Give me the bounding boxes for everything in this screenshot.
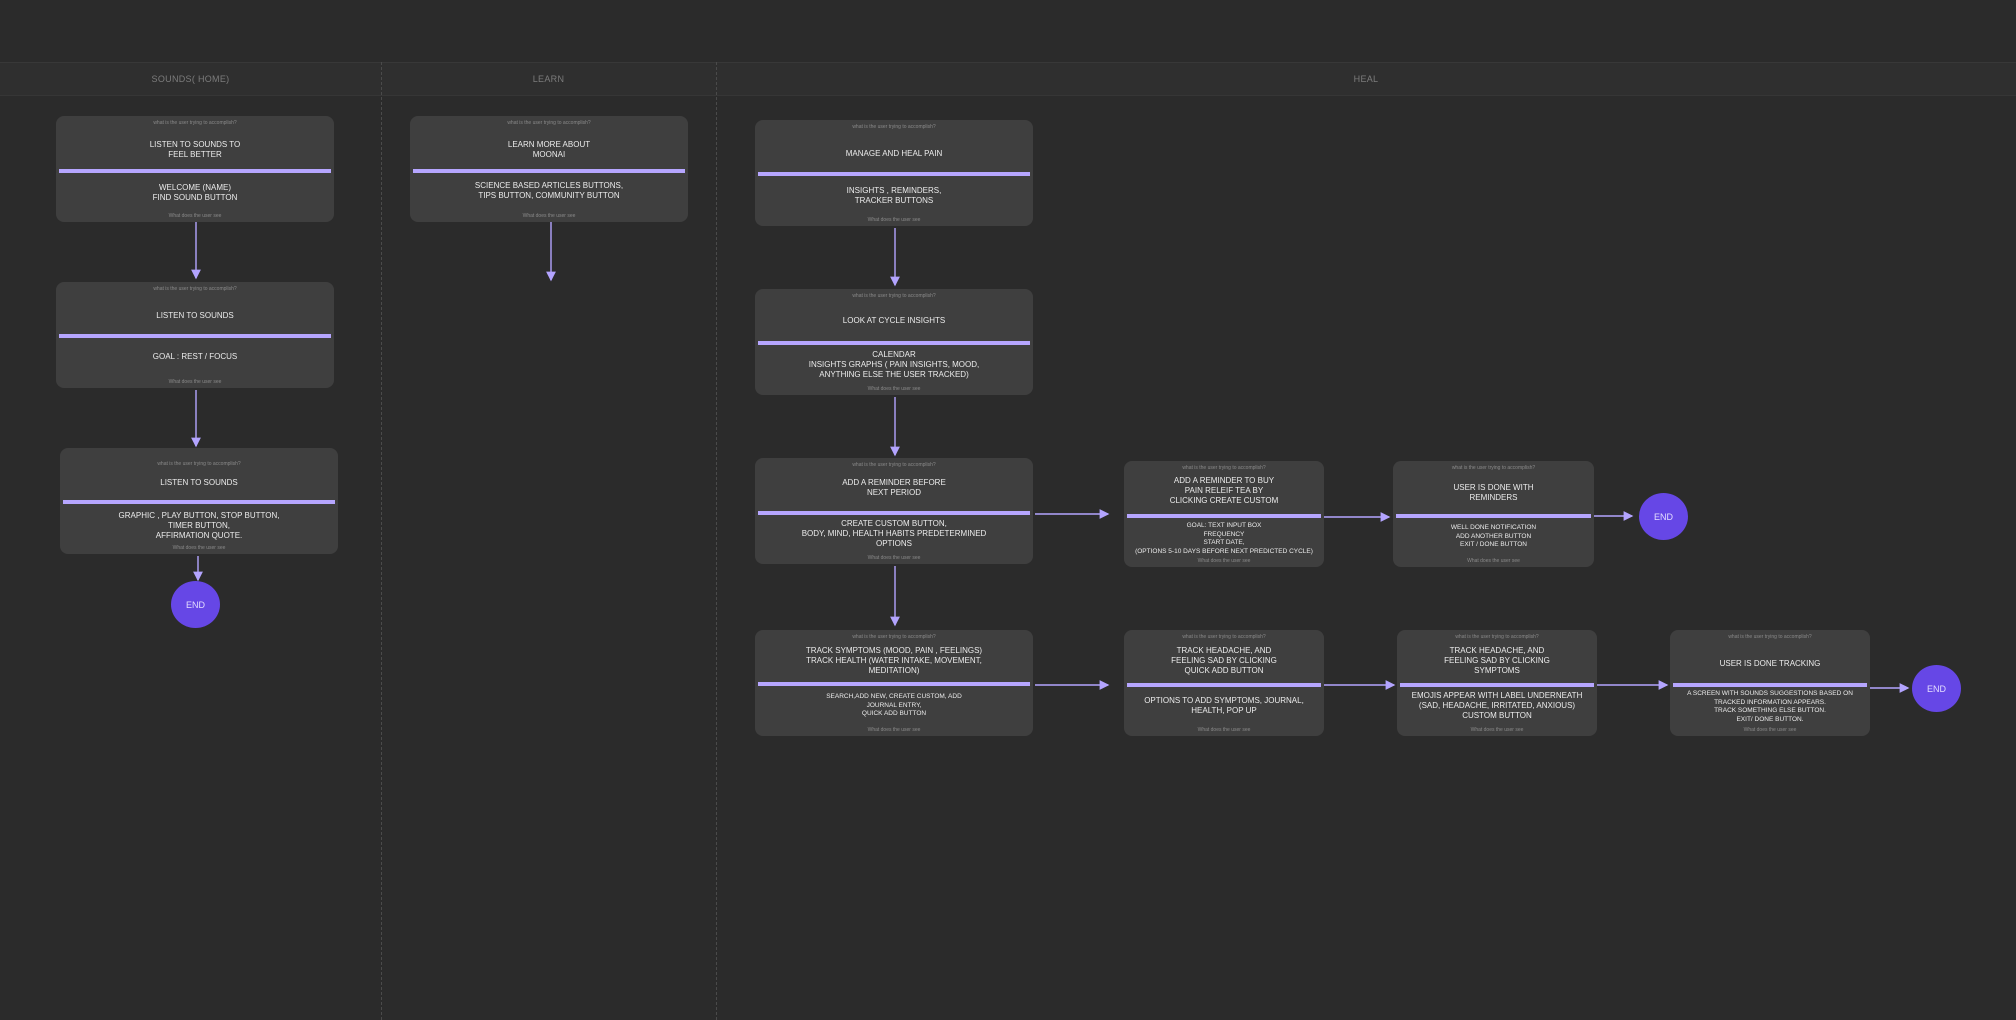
card-question-label: what is the user trying to accomplish? — [852, 293, 936, 299]
flow-card-track-symptoms[interactable]: what is the user trying to accomplish? T… — [755, 630, 1033, 736]
card-goal: LISTEN TO SOUNDS — [160, 478, 238, 487]
card-footer-label: What does the user see — [867, 386, 921, 392]
card-question-label: what is the user trying to accomplish? — [153, 120, 237, 126]
flow-card-done-reminders[interactable]: what is the user trying to accomplish? U… — [1393, 461, 1594, 567]
card-user-sees: EMOJIS APPEAR WITH LABEL UNDERNEATH (SAD… — [1411, 691, 1583, 720]
end-node-sounds[interactable]: END — [171, 581, 220, 628]
flow-card-cycle-insights[interactable]: what is the user trying to accomplish? L… — [755, 289, 1033, 395]
flow-card-symptoms-headache[interactable]: what is the user trying to accomplish? T… — [1397, 630, 1597, 736]
card-separator — [59, 169, 331, 173]
flow-card-listen-sounds-goal[interactable]: what is the user trying to accomplish? L… — [56, 282, 334, 388]
card-separator — [59, 334, 331, 338]
card-footer-label: What does the user see — [1743, 727, 1797, 733]
card-goal: LISTEN TO SOUNDS — [156, 311, 234, 320]
card-question-label: what is the user trying to accomplish? — [157, 461, 241, 467]
card-goal: TRACK SYMPTOMS (MOOD, PAIN , FEELINGS) T… — [805, 646, 983, 675]
card-separator — [413, 169, 685, 173]
card-user-sees: SCIENCE BASED ARTICLES BUTTONS, TIPS BUT… — [474, 181, 624, 200]
card-goal: MANAGE AND HEAL PAIN — [845, 149, 943, 158]
card-question-label: what is the user trying to accomplish? — [852, 124, 936, 130]
card-footer-label: What does the user see — [172, 545, 226, 551]
flow-card-quick-add-headache[interactable]: what is the user trying to accomplish? T… — [1124, 630, 1324, 736]
card-user-sees: WELCOME (NAME) FIND SOUND BUTTON — [152, 183, 238, 202]
card-user-sees: CREATE CUSTOM BUTTON, BODY, MIND, HEALTH… — [801, 519, 987, 548]
card-footer-label: What does the user see — [867, 217, 921, 223]
card-goal: LEARN MORE ABOUT MOONAI — [507, 140, 591, 159]
card-separator — [1400, 683, 1594, 687]
card-user-sees: INSIGHTS , REMINDERS, TRACKER BUTTONS — [846, 186, 942, 205]
card-separator — [758, 341, 1030, 345]
card-footer-label: What does the user see — [867, 727, 921, 733]
card-separator — [63, 500, 335, 504]
card-user-sees: WELL DONE NOTIFICATION ADD ANOTHER BUTTO… — [1450, 524, 1537, 549]
card-footer-label: What does the user see — [168, 379, 222, 385]
card-goal: TRACK HEADACHE, AND FEELING SAD BY CLICK… — [1171, 646, 1277, 675]
flow-card-manage-heal-pain[interactable]: what is the user trying to accomplish? M… — [755, 120, 1033, 226]
card-question-label: what is the user trying to accomplish? — [1451, 465, 1536, 471]
card-user-sees: OPTIONS TO ADD SYMPTOMS, JOURNAL, HEALTH… — [1144, 696, 1304, 715]
card-goal: ADD A REMINDER TO BUY PAIN RELEIF TEA BY… — [1169, 476, 1279, 505]
card-user-sees: GRAPHIC , PLAY BUTTON, STOP BUTTON, TIME… — [118, 511, 280, 540]
card-goal: ADD A REMINDER BEFORE NEXT PERIOD — [842, 478, 946, 497]
card-separator — [1127, 514, 1321, 518]
card-user-sees: A SCREEN WITH SOUNDS SUGGESTIONS BASED O… — [1687, 690, 1853, 723]
card-separator — [758, 682, 1030, 686]
card-question-label: what is the user trying to accomplish? — [153, 286, 237, 292]
flow-card-learn-more[interactable]: what is the user trying to accomplish? L… — [410, 116, 688, 222]
flow-card-reminder-pain-tea[interactable]: what is the user trying to accomplish? A… — [1124, 461, 1324, 567]
card-separator — [758, 172, 1030, 176]
card-goal: USER IS DONE TRACKING — [1719, 659, 1821, 668]
end-node-reminders[interactable]: END — [1639, 493, 1688, 540]
card-question-label: what is the user trying to accomplish? — [507, 120, 591, 126]
card-user-sees: CALENDAR INSIGHTS GRAPHS ( PAIN INSIGHTS… — [808, 350, 980, 379]
flow-card-listen-feel-better[interactable]: what is the user trying to accomplish? L… — [56, 116, 334, 222]
card-footer-label: What does the user see — [1197, 558, 1251, 564]
card-footer-label: What does the user see — [522, 213, 576, 219]
card-goal: LOOK AT CYCLE INSIGHTS — [842, 316, 946, 325]
card-user-sees: GOAL: TEXT INPUT BOX FREQUENCY START DAT… — [1135, 522, 1313, 555]
card-footer-label: What does the user see — [867, 555, 921, 561]
card-footer-label: What does the user see — [168, 213, 222, 219]
card-user-sees: GOAL : REST / FOCUS — [152, 352, 238, 361]
flow-card-add-reminder[interactable]: what is the user trying to accomplish? A… — [755, 458, 1033, 564]
card-footer-label: What does the user see — [1470, 727, 1524, 733]
card-goal: USER IS DONE WITH REMINDERS — [1453, 483, 1534, 502]
card-footer-label: What does the user see — [1467, 558, 1520, 564]
card-separator — [1127, 683, 1321, 687]
flow-card-listen-sounds-player[interactable]: what is the user trying to accomplish? L… — [60, 448, 338, 554]
card-goal: TRACK HEADACHE, AND FEELING SAD BY CLICK… — [1444, 646, 1550, 675]
card-separator — [758, 511, 1030, 515]
card-question-label: what is the user trying to accomplish? — [1728, 634, 1812, 640]
end-node-tracking[interactable]: END — [1912, 665, 1961, 712]
flow-card-done-tracking[interactable]: what is the user trying to accomplish? U… — [1670, 630, 1870, 736]
card-separator — [1396, 514, 1591, 518]
card-user-sees: SEARCH,ADD NEW, CREATE CUSTOM, ADD JOURN… — [826, 693, 962, 718]
card-footer-label: What does the user see — [1197, 727, 1251, 733]
card-goal: LISTEN TO SOUNDS TO FEEL BETTER — [149, 140, 241, 159]
card-separator — [1673, 683, 1867, 687]
